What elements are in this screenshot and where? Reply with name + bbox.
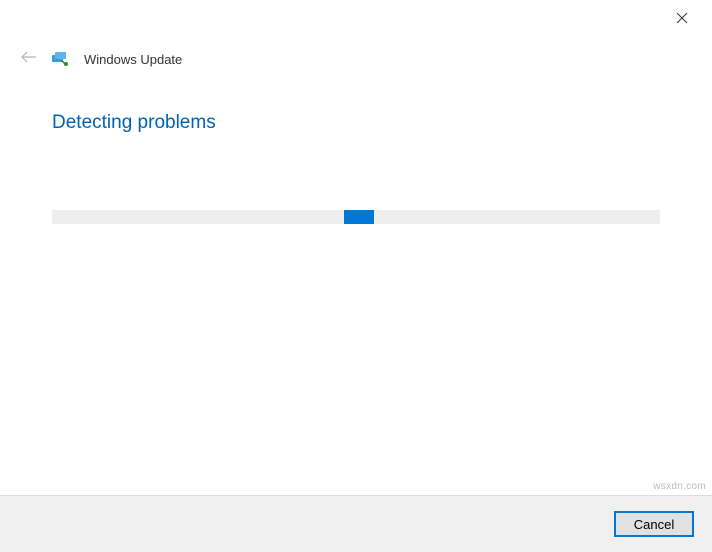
watermark: wsxdn.com: [653, 481, 706, 492]
header: Windows Update: [20, 50, 182, 68]
close-icon: [676, 11, 688, 29]
back-button[interactable]: [20, 50, 38, 68]
cancel-button[interactable]: Cancel: [614, 511, 694, 537]
cancel-button-label: Cancel: [634, 517, 674, 532]
progress-bar: [52, 210, 660, 224]
troubleshooter-title: Windows Update: [84, 52, 182, 67]
progress-indicator: [344, 210, 374, 224]
footer: Cancel: [0, 495, 712, 552]
page-heading: Detecting problems: [52, 112, 216, 134]
back-arrow-icon: [21, 50, 37, 68]
troubleshooter-icon: [52, 51, 70, 67]
close-button[interactable]: [672, 10, 692, 30]
